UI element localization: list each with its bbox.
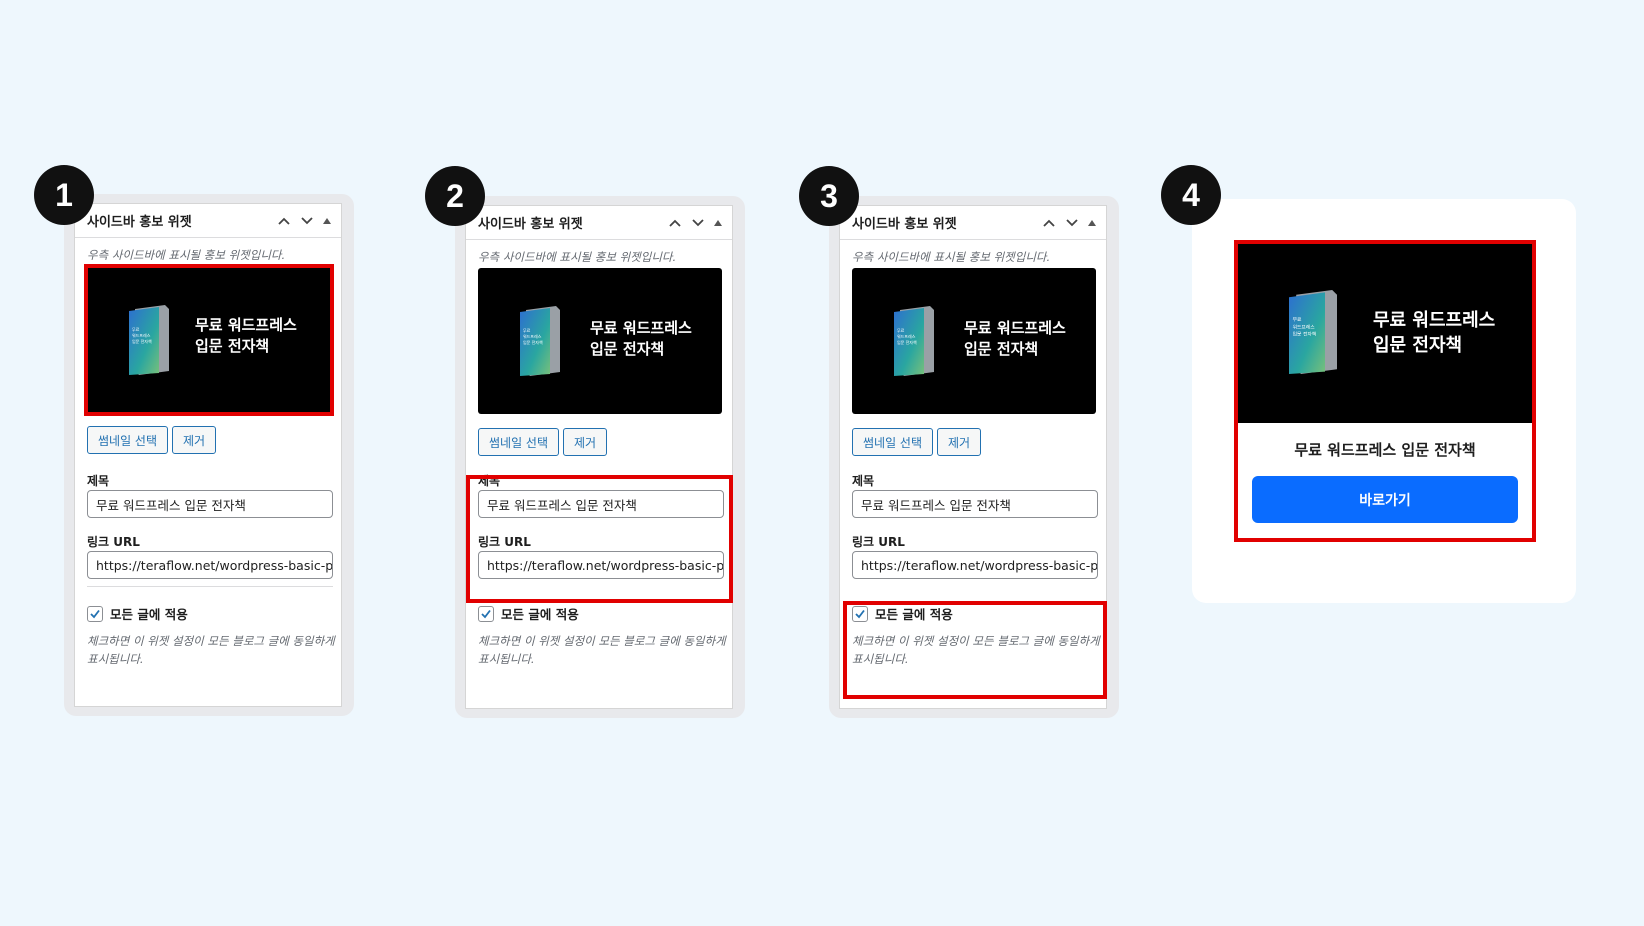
highlight-fields	[466, 475, 733, 603]
remove-thumbnail-button[interactable]: 제거	[563, 428, 608, 456]
divider	[87, 586, 333, 587]
title-label: 제목	[87, 474, 110, 488]
thumbnail-text-line2: 입문 전자책	[964, 340, 1039, 358]
step-badge-1: 1	[34, 165, 94, 225]
thumbnail-preview[interactable]: 무료 워드프레스 입문 전자책 무료 워드프레스 입문 전자책	[852, 268, 1096, 414]
step-badge-3: 3	[799, 166, 859, 226]
chevron-up-icon[interactable]	[1042, 218, 1056, 228]
svg-text:입문 전자책: 입문 전자책	[897, 339, 917, 345]
url-label: 링크 URL	[852, 535, 905, 549]
select-thumbnail-button[interactable]: 썸네일 선택	[478, 428, 560, 456]
apply-all-label: 모든 글에 적용	[110, 607, 188, 622]
url-label: 링크 URL	[87, 535, 140, 549]
svg-text:입문 전자책: 입문 전자책	[523, 339, 543, 345]
panel-description: 우측 사이드바에 표시될 홍보 위젯입니다.	[87, 248, 286, 262]
apply-all-label: 모든 글에 적용	[501, 607, 579, 622]
svg-text:입문 전자책: 입문 전자책	[132, 338, 152, 344]
chevron-down-icon[interactable]	[691, 218, 705, 228]
panel-title: 사이드바 홍보 위젯	[87, 215, 192, 230]
widget-panel-2: 사이드바 홍보 위젯 우측 사이드바에 표시될 홍보 위젯입니다. 무료 워드프…	[465, 205, 733, 709]
panel-title: 사이드바 홍보 위젯	[852, 217, 957, 232]
remove-thumbnail-button[interactable]: 제거	[172, 426, 217, 454]
thumbnail-text-line1: 무료 워드프레스	[590, 319, 692, 337]
collapse-toggle-icon[interactable]	[323, 217, 331, 224]
svg-text:워드프레스: 워드프레스	[132, 332, 151, 338]
help-text: 체크하면 이 위젯 설정이 모든 블로그 글에 동일하게 표시됩니다.	[87, 634, 335, 666]
help-text: 체크하면 이 위젯 설정이 모든 블로그 글에 동일하게 표시됩니다.	[478, 634, 726, 666]
panel-header: 사이드바 홍보 위젯	[75, 204, 341, 238]
ebook-cover-icon: 무료 워드프레스 입문 전자책	[894, 306, 934, 376]
svg-text:워드프레스: 워드프레스	[897, 333, 916, 339]
checkmark-icon	[90, 609, 100, 618]
apply-all-checkbox[interactable]	[87, 605, 103, 622]
widget-panel-1: 사이드바 홍보 위젯 우측 사이드바에 표시될 홍보 위젯입니다. 무료 워드프…	[74, 203, 342, 707]
chevron-up-icon[interactable]	[668, 218, 682, 228]
chevron-up-icon[interactable]	[277, 216, 291, 226]
svg-text:워드프레스: 워드프레스	[523, 333, 542, 339]
promo-title: 무료 워드프레스 입문 전자책	[1294, 441, 1476, 459]
promo-image-text-line1: 무료 워드프레스	[1373, 310, 1496, 331]
thumbnail-text-line1: 무료 워드프레스	[964, 319, 1066, 337]
svg-text:무료: 무료	[132, 327, 140, 332]
thumbnail-preview[interactable]: 무료 워드프레스 입문 전자책 무료 워드프레스 입문 전자책	[84, 264, 334, 416]
url-input[interactable]: https://teraflow.net/wordpress-basic-p	[852, 551, 1098, 579]
url-input[interactable]: https://teraflow.net/wordpress-basic-p	[87, 551, 333, 579]
collapse-toggle-icon[interactable]	[1088, 219, 1096, 226]
apply-all-checkbox[interactable]	[478, 605, 494, 622]
select-thumbnail-button[interactable]: 썸네일 선택	[87, 426, 169, 454]
ebook-cover-icon: 무료 워드프레스 입문 전자책	[1289, 290, 1337, 374]
panel-header: 사이드바 홍보 위젯	[466, 206, 732, 240]
title-input[interactable]: 무료 워드프레스 입문 전자책	[87, 490, 333, 518]
svg-text:무료: 무료	[897, 328, 905, 333]
svg-text:입문 전자책: 입문 전자책	[1293, 331, 1317, 338]
checkmark-icon	[481, 609, 491, 618]
svg-text:무료: 무료	[1293, 317, 1302, 323]
thumbnail-preview[interactable]: 무료 워드프레스 입문 전자책 무료 워드프레스 입문 전자책	[478, 268, 722, 414]
panel-title: 사이드바 홍보 위젯	[478, 217, 583, 232]
remove-thumbnail-button[interactable]: 제거	[937, 428, 982, 456]
panel-header: 사이드바 홍보 위젯	[840, 206, 1106, 240]
thumbnail-text-line1: 무료 워드프레스	[195, 316, 297, 334]
highlight-apply-all	[843, 601, 1107, 699]
go-button[interactable]: 바로가기	[1252, 476, 1518, 523]
panel-description: 우측 사이드바에 표시될 홍보 위젯입니다.	[478, 250, 677, 264]
panel-description: 우측 사이드바에 표시될 홍보 위젯입니다.	[852, 250, 1051, 264]
thumbnail-text-line2: 입문 전자책	[590, 340, 665, 358]
chevron-down-icon[interactable]	[300, 216, 314, 226]
title-label: 제목	[852, 474, 875, 488]
ebook-cover-icon: 무료 워드프레스 입문 전자책	[129, 305, 169, 375]
select-thumbnail-button[interactable]: 썸네일 선택	[852, 428, 934, 456]
step-badge-4: 4	[1161, 165, 1221, 225]
promo-image-text-line2: 입문 전자책	[1373, 335, 1463, 356]
collapse-toggle-icon[interactable]	[714, 219, 722, 226]
promo-image[interactable]: 무료 워드프레스 입문 전자책 무료 워드프레스 입문 전자책	[1238, 244, 1532, 423]
thumbnail-text-line2: 입문 전자책	[195, 337, 270, 355]
title-input[interactable]: 무료 워드프레스 입문 전자책	[852, 490, 1098, 518]
ebook-cover-icon: 무료 워드프레스 입문 전자책	[520, 306, 560, 376]
step-badge-2: 2	[425, 166, 485, 226]
promo-widget-preview: 무료 워드프레스 입문 전자책 무료 워드프레스 입문 전자책 무료 워드프레스…	[1234, 240, 1536, 542]
svg-text:워드프레스: 워드프레스	[1293, 323, 1316, 330]
svg-text:무료: 무료	[523, 328, 531, 333]
chevron-down-icon[interactable]	[1065, 218, 1079, 228]
